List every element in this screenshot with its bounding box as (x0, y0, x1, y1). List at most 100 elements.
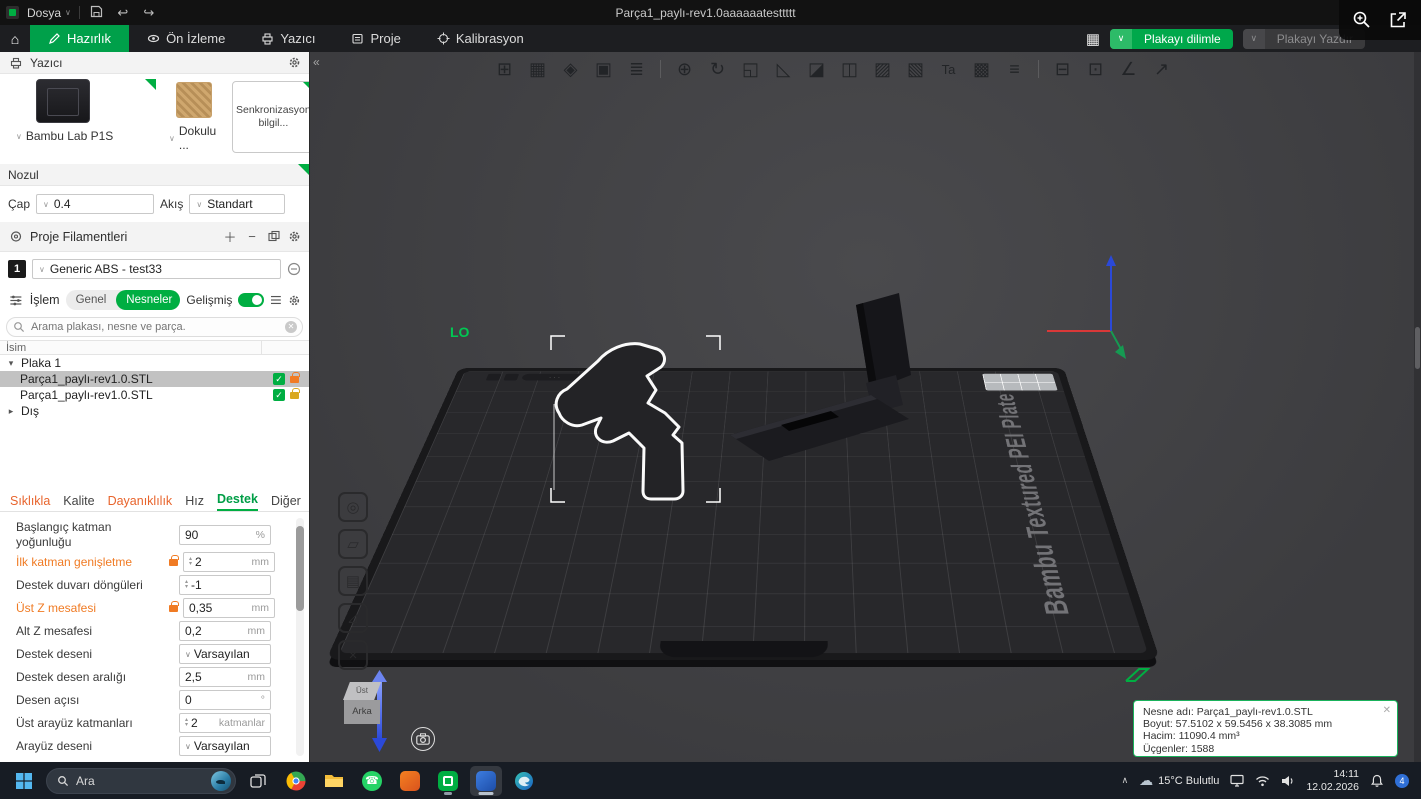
settings-scrollbar[interactable] (296, 518, 304, 756)
taskbar-weather[interactable]: ☁ 15°C Bulutlu (1139, 772, 1219, 789)
split-to-objects-icon[interactable]: ≣ (624, 59, 649, 80)
app-icon-blue[interactable] (470, 766, 502, 796)
view-cube[interactable]: Üst Arka (340, 682, 384, 724)
filament-slot-badge[interactable]: 1 (8, 260, 26, 278)
setting-input[interactable]: 0,2mm (179, 621, 271, 641)
text-tool-icon[interactable]: Ta (936, 62, 961, 77)
scrollbar-thumb[interactable] (296, 526, 304, 611)
list-view-icon[interactable] (270, 294, 282, 306)
filament-settings-gear-icon[interactable] (288, 230, 301, 243)
seam-paint-icon[interactable]: ▧ (903, 59, 928, 80)
wipe-tower-icon[interactable]: ⊟ (1050, 59, 1075, 80)
minus-circle-icon[interactable] (287, 262, 301, 276)
tab-yazici[interactable]: Yazıcı (243, 25, 333, 52)
lock-icon[interactable] (290, 376, 299, 383)
mirror-icon[interactable]: ◫ (837, 59, 862, 80)
view-cube-top-face[interactable]: Üst (343, 682, 381, 700)
print-options-caret-icon[interactable]: ∨ (1243, 29, 1265, 49)
export-icon[interactable]: ↗ (1149, 59, 1174, 80)
setting-input[interactable]: ▴▾-1 (179, 575, 271, 595)
add-filament-icon[interactable]: ＋ (222, 227, 238, 246)
external-link-icon[interactable] (1388, 10, 1408, 30)
printer-settings-gear-icon[interactable] (288, 56, 301, 69)
slice-plate-button[interactable]: ∨ Plakayı dilimle (1110, 29, 1233, 49)
plate-label-pill[interactable]: ··· (521, 374, 589, 381)
plate-settings-button[interactable]: ▱ (338, 529, 368, 559)
notification-count-badge[interactable]: 4 (1395, 774, 1409, 788)
rotate-icon[interactable]: ↻ (705, 59, 730, 80)
setting-input[interactable]: 0,35mm (183, 598, 275, 618)
clear-search-icon[interactable]: ✕ (285, 321, 297, 333)
segment-global[interactable]: Genel (66, 290, 117, 310)
close-icon[interactable]: ✕ (1383, 705, 1391, 717)
search-highlight-image[interactable] (211, 771, 231, 791)
cut-icon[interactable]: ◪ (804, 59, 829, 80)
app-icon-whatsapp[interactable]: ☎ (356, 766, 388, 796)
chevron-expanded-icon[interactable]: ▾ (6, 358, 16, 369)
arrange-icon[interactable]: ▣ (591, 59, 616, 80)
sync-filament-icon[interactable] (266, 230, 282, 243)
process-settings-gear-icon[interactable] (288, 294, 301, 307)
spinner-icon[interactable]: ▴▾ (189, 557, 192, 567)
notification-bell-icon[interactable] (1370, 774, 1384, 788)
app-icon-edge[interactable] (508, 766, 540, 796)
view-cube-front-face[interactable]: Arka (344, 700, 380, 724)
scale-icon[interactable]: ◱ (738, 59, 763, 80)
tab-proje[interactable]: Proje (333, 25, 418, 52)
tab-hazirlik[interactable]: Hazırlık (30, 25, 129, 52)
tree-item-object[interactable]: Parça1_paylı-rev1.0.STL ✓ (0, 387, 309, 403)
save-icon[interactable] (88, 5, 106, 21)
advanced-toggle[interactable] (238, 293, 264, 307)
tree-item-object[interactable]: Parça1_paylı-rev1.0.STL ✓ (0, 371, 309, 387)
move-icon[interactable]: ⊕ (672, 59, 697, 80)
plate-type-select[interactable]: ∨ Dokulu ... (161, 124, 227, 152)
app-icon-slicer[interactable] (432, 766, 464, 796)
lock-icon[interactable] (290, 392, 299, 399)
visibility-checkbox[interactable]: ✓ (273, 389, 285, 401)
chevron-collapsed-icon[interactable]: ▸ (6, 406, 16, 417)
filament-select[interactable]: ∨ Generic ABS - test33 (32, 259, 281, 279)
setting-input[interactable]: ▴▾2katmanlar (179, 713, 271, 733)
measure-icon[interactable]: ∠ (1116, 59, 1141, 80)
scrollbar-thumb[interactable] (1415, 327, 1420, 369)
plate-overview-icon[interactable]: ▦ (1086, 30, 1100, 48)
start-button[interactable] (8, 766, 40, 796)
auto-orient-icon[interactable]: ◈ (558, 59, 583, 80)
spinner-icon[interactable]: ▴▾ (185, 718, 188, 728)
printer-card[interactable]: ∨ Bambu Lab P1S (8, 79, 156, 162)
undo-icon[interactable]: ↩ (114, 5, 132, 21)
setting-input[interactable]: ▴▾2mm (183, 552, 275, 572)
visibility-checkbox[interactable]: ✓ (273, 373, 285, 385)
tab-on-izleme[interactable]: Ön İzleme (129, 25, 243, 52)
settings-tab-destek[interactable]: Destek (217, 492, 258, 511)
add-plate-icon[interactable]: ▦ (525, 59, 550, 80)
redo-icon[interactable]: ↪ (140, 5, 158, 21)
nozzle-diameter-select[interactable]: ∨ 0.4 (36, 194, 154, 214)
home-tab[interactable]: ⌂ (0, 25, 30, 52)
app-icon-chrome[interactable] (280, 766, 312, 796)
support-paint-icon[interactable]: ▨ (870, 59, 895, 80)
hidden-icons-chevron[interactable]: ∧ (1122, 775, 1129, 786)
lay-flat-icon[interactable]: ◺ (771, 59, 796, 80)
monitor-tray-icon[interactable] (1230, 774, 1244, 787)
tab-kalibrasyon[interactable]: Kalibrasyon (419, 25, 542, 52)
plate-settings-tag-icon[interactable] (503, 374, 519, 381)
taskbar-clock[interactable]: 14:11 12.02.2026 (1306, 768, 1359, 793)
sidebar-collapse-icon[interactable]: « (313, 55, 320, 69)
task-view-button[interactable] (242, 766, 274, 796)
add-model-icon[interactable]: ⊞ (492, 59, 517, 80)
setting-dropdown[interactable]: ∨Varsayılan (179, 736, 271, 756)
screenshot-button[interactable] (411, 727, 435, 751)
file-menu[interactable]: Dosya ∨ (27, 6, 71, 20)
setting-input[interactable]: 2,5mm (179, 667, 271, 687)
app-icon-orange[interactable] (394, 766, 426, 796)
setting-input[interactable]: 0° (179, 690, 271, 710)
setting-dropdown[interactable]: ∨Varsayılan (179, 644, 271, 664)
build-plate[interactable]: ··· Bambu Textured PEI Plate (326, 368, 1160, 660)
wifi-icon[interactable] (1255, 775, 1270, 787)
printer-select[interactable]: ∨ Bambu Lab P1S (8, 129, 113, 143)
plate-orient-button[interactable]: ⊿ (338, 603, 368, 633)
app-icon-explorer[interactable] (318, 766, 350, 796)
slice-options-caret-icon[interactable]: ∨ (1110, 29, 1132, 49)
segment-objects[interactable]: Nesneler (116, 290, 180, 310)
